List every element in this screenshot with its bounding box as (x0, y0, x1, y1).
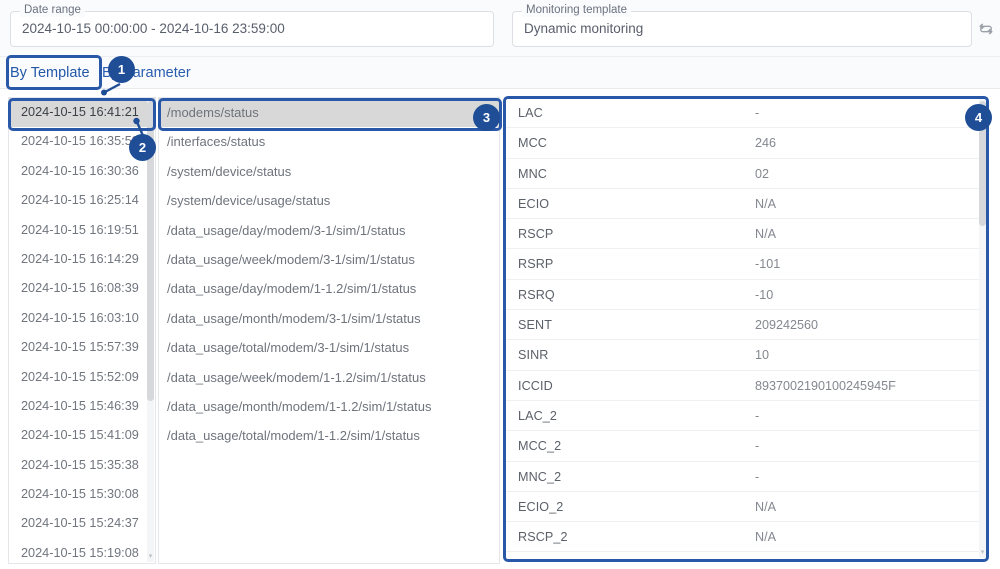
timestamp-scroll-down-caret[interactable]: ▾ (147, 553, 154, 560)
timestamp-row[interactable]: 2024-10-15 16:41:21 (9, 98, 155, 128)
detail-row-value: N/A (755, 499, 776, 514)
timestamp-list[interactable]: 2024-10-15 16:41:21 2024-10-15 16:35:59 20… (9, 98, 155, 563)
path-row[interactable]: /system/device/status (159, 157, 499, 186)
detail-row: ICCID 8937002190100245945F (505, 371, 987, 401)
detail-row: MCC_2 - (505, 431, 987, 462)
detail-scrollbar[interactable]: ▾ (979, 99, 986, 558)
path-row[interactable]: /data_usage/day/modem/1-1.2/sim/1/status (159, 274, 499, 303)
detail-row-value: 209242560 (755, 318, 819, 333)
detail-row-key: SINR (518, 348, 549, 363)
path-list[interactable]: /modems/status/interfaces/status/system/… (159, 98, 499, 563)
detail-row: ECIO_2 N/A (505, 492, 987, 523)
detail-row: RSRQ -10 (505, 280, 987, 311)
path-list-panel[interactable]: /modems/status/interfaces/status/system/… (158, 97, 500, 564)
annotation-badge-3: 3 (473, 104, 500, 131)
path-row[interactable]: /data_usage/total/modem/3-1/sim/1/status (159, 333, 499, 362)
detail-row-key: RSRQ (518, 287, 555, 302)
detail-row-value: - (755, 439, 760, 454)
path-row[interactable]: /modems/status (159, 98, 499, 128)
tab-bar: By Template By Parameter (0, 57, 1000, 89)
timestamp-row[interactable]: 2024-10-15 16:08:39 (9, 274, 155, 303)
timestamp-row[interactable]: 2024-10-15 15:41:09 (9, 421, 155, 450)
timestamp-list-panel[interactable]: 2024-10-15 16:41:21 2024-10-15 16:35:59 20… (8, 97, 156, 564)
monitoring-template-value: Dynamic monitoring (524, 21, 644, 36)
date-range-field[interactable]: Date range 2024-10-15 00:00:00 - 2024-10… (10, 4, 494, 47)
detail-row-key: ECIO (518, 196, 550, 211)
detail-row-value: N/A (755, 227, 776, 242)
detail-row-value: 02 (755, 166, 770, 181)
path-row[interactable]: /data_usage/month/modem/3-1/sim/1/status (159, 304, 499, 333)
detail-row-key: MCC_2 (518, 439, 562, 454)
detail-row-key: MCC (518, 136, 547, 151)
path-row[interactable]: /system/device/usage/status (159, 186, 499, 215)
detail-row-key: SENT (518, 318, 552, 333)
detail-row-value: 246 (755, 136, 777, 151)
detail-row-value: -10 (755, 287, 774, 302)
detail-row-value: 10 (755, 348, 770, 363)
detail-panel[interactable]: LAC - MCC 246 MNC 02 ECIO N/A RSCP N/A RSRP -101 RSR… (504, 97, 988, 560)
annotation-badge-2: 2 (129, 134, 156, 161)
path-row[interactable]: /data_usage/day/modem/3-1/sim/1/status (159, 216, 499, 245)
path-row[interactable]: /interfaces/status (159, 127, 499, 156)
detail-row: MCC 246 (505, 128, 987, 159)
path-row[interactable]: /data_usage/week/modem/3-1/sim/1/status (159, 245, 499, 274)
detail-table[interactable]: LAC - MCC 246 MNC 02 ECIO N/A RSCP N/A RSRP -101 RSR… (505, 98, 987, 559)
path-row[interactable]: /data_usage/total/modem/1-1.2/sim/1/stat… (159, 421, 499, 450)
detail-row-key: RSCP (518, 227, 554, 242)
timestamp-row[interactable]: 2024-10-15 16:25:14 (9, 186, 155, 215)
detail-row-value: - (755, 106, 760, 120)
timestamp-scrollbar[interactable]: ▾ (147, 99, 154, 562)
detail-row-key: LAC (518, 106, 543, 120)
tab-by-template[interactable]: By Template (10, 57, 90, 89)
monitoring-template-field[interactable]: Monitoring template Dynamic monitoring (512, 4, 972, 47)
filter-bar: Date range 2024-10-15 00:00:00 - 2024-10… (0, 0, 1000, 57)
detail-row-value: - (755, 408, 760, 423)
detail-row: LAC - (505, 98, 987, 129)
detail-scroll-down-caret[interactable]: ▾ (979, 549, 986, 556)
detail-row: MNC 02 (505, 159, 987, 189)
detail-row-value: N/A (755, 530, 776, 545)
path-row[interactable]: /data_usage/month/modem/1-1.2/sim/1/stat… (159, 392, 499, 421)
detail-row-key: RSCP_2 (518, 530, 568, 545)
detail-row: MNC_2 - (505, 462, 987, 492)
content-panes: 2024-10-15 16:41:21 2024-10-15 16:35:59 20… (0, 97, 1000, 569)
detail-row-key: RSRP (518, 257, 554, 272)
timestamp-row[interactable]: 2024-10-15 15:30:08 (9, 480, 155, 509)
detail-row: RSRP -101 (505, 249, 987, 280)
timestamp-row[interactable]: 2024-10-15 15:57:39 (9, 333, 155, 362)
detail-row-value: N/A (755, 196, 776, 211)
timestamp-row[interactable]: 2024-10-15 16:30:36 (9, 157, 155, 186)
timestamp-row[interactable]: 2024-10-15 16:14:29 (9, 245, 155, 274)
timestamp-row[interactable]: 2024-10-15 15:24:37 (9, 509, 155, 538)
detail-row-value: - (755, 469, 760, 484)
detail-row: ECIO N/A (505, 189, 987, 220)
detail-row-value: -101 (755, 257, 781, 272)
detail-row-key: LAC_2 (518, 408, 558, 423)
detail-row-key: ICCID (518, 378, 553, 393)
detail-row-key: MNC (518, 166, 547, 181)
detail-row-value: 8937002190100245945F (755, 378, 896, 393)
detail-row: RSCP_2 N/A (505, 522, 987, 553)
monitoring-template-label: Monitoring template (522, 4, 631, 17)
date-range-label: Date range (20, 4, 85, 17)
detail-row-key: ECIO_2 (518, 499, 564, 514)
detail-row-key: MNC_2 (518, 469, 562, 484)
date-range-value: 2024-10-15 00:00:00 - 2024-10-16 23:59:0… (22, 21, 285, 36)
detail-row: SINR 10 (505, 340, 987, 371)
swap-arrows-icon[interactable] (977, 20, 995, 38)
path-row[interactable]: /data_usage/week/modem/1-1.2/sim/1/statu… (159, 363, 499, 392)
detail-row: SENT 209242560 (505, 310, 987, 341)
annotation-badge-4: 4 (965, 104, 992, 131)
timestamp-row[interactable]: 2024-10-15 16:19:51 (9, 216, 155, 245)
detail-row: RSCP N/A (505, 219, 987, 250)
timestamp-row[interactable]: 2024-10-15 15:35:38 (9, 451, 155, 480)
timestamp-row[interactable]: 2024-10-15 15:52:09 (9, 363, 155, 392)
timestamp-row[interactable]: 2024-10-15 15:19:08 (9, 539, 155, 563)
detail-row: LAC_2 - (505, 401, 987, 432)
timestamp-row[interactable]: 2024-10-15 15:46:39 (9, 392, 155, 421)
annotation-badge-1: 1 (108, 56, 135, 83)
timestamp-row[interactable]: 2024-10-15 16:03:10 (9, 304, 155, 333)
